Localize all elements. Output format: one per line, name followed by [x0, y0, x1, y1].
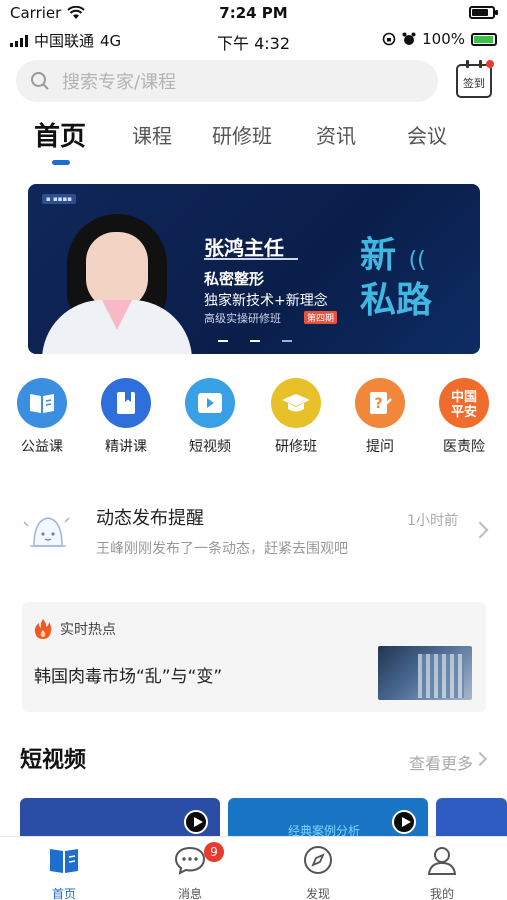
tab-workshop[interactable]: 研修班 [212, 120, 272, 149]
rotation-lock-icon [382, 32, 396, 46]
checkin-button[interactable]: 签到 [456, 60, 494, 98]
video-thumbnail[interactable]: 经典案例分析 [228, 798, 428, 838]
nav-label: 我的 [429, 887, 454, 900]
carousel-dot[interactable] [218, 340, 228, 342]
quick-liability-insurance[interactable]: 中国 平安 医责险 [430, 378, 498, 456]
book-icon [50, 849, 78, 873]
hot-topic-header: 实时热点 [34, 618, 116, 640]
quick-label: 公益课 [21, 439, 63, 455]
nav-home[interactable]: 首页 [24, 843, 104, 900]
quick-short-video[interactable]: 短视频 [176, 378, 244, 456]
banner-session-badge: 第四期 [304, 311, 338, 324]
quick-public-course[interactable]: 公益课 [8, 378, 76, 456]
nav-label: 发现 [305, 887, 330, 900]
play-icon [185, 378, 235, 428]
nav-label: 消息 [177, 887, 202, 900]
carousel-dot[interactable] [250, 340, 260, 342]
quick-workshop[interactable]: 研修班 [262, 378, 330, 456]
activity-notice[interactable]: 动态发布提醒 1小时前 王峰刚刚发布了一条动态，赶紧去围观吧 [20, 494, 490, 574]
play-icon [392, 810, 416, 834]
tab-courses[interactable]: 课程 [132, 120, 172, 149]
quick-entry-row: 公益课 精讲课 短视频 研修班 ? 提问 中国 平安 医责险 [0, 378, 507, 458]
bottom-nav: 首页 消息 发现 我的 [0, 836, 507, 900]
video-thumbnail[interactable] [436, 798, 507, 838]
quick-ask[interactable]: ? 提问 [346, 378, 414, 456]
message-count-badge: 9 [204, 842, 224, 862]
ping-an-logo-icon: 中国 平安 [439, 378, 489, 428]
user-icon [427, 847, 457, 875]
os-right: 100% [382, 30, 497, 48]
tab-conference[interactable]: 会议 [407, 120, 447, 149]
carousel-dot[interactable] [282, 340, 292, 342]
fire-icon [34, 619, 52, 639]
quick-label: 精讲课 [105, 439, 147, 455]
quick-featured-course[interactable]: 精讲课 [92, 378, 160, 456]
see-more-link[interactable]: 查看更多 [409, 750, 473, 774]
book-icon [17, 378, 67, 428]
question-doc-icon: ? [355, 378, 405, 428]
charging-battery-icon [471, 32, 497, 46]
promo-banner[interactable]: ▪ ▪▪▪▪ 张鸿主任 私密整形 独家新技术+新理念 高级实操研修班 第四期 新… [28, 184, 480, 354]
chat-bubble-icon [174, 846, 206, 875]
svg-text:?: ? [374, 396, 382, 412]
quick-label: 短视频 [189, 439, 231, 455]
chevron-right-icon [471, 521, 489, 539]
graduation-cap-icon [271, 378, 321, 428]
quick-label: 提问 [366, 439, 394, 455]
notice-description: 王峰刚刚发布了一条动态，赶紧去围观吧 [96, 541, 348, 557]
search-icon [31, 72, 49, 90]
simulator-status-bar: Carrier 7:24 PM [0, 0, 507, 26]
svg-text:中国: 中国 [451, 389, 477, 405]
bookmark-book-icon [101, 378, 151, 428]
notification-dot [486, 60, 494, 68]
hot-topic-title: 韩国肉毒市场“乱”与“变” [34, 667, 223, 687]
hot-topic-label: 实时热点 [60, 622, 116, 638]
quick-label: 研修班 [275, 439, 317, 455]
battery-percent: 100% [422, 30, 465, 48]
banner-title: 张鸿主任 [204, 236, 284, 260]
sim-time: 7:24 PM [219, 4, 288, 22]
active-tab-indicator [52, 160, 70, 165]
banner-logo: ▪ ▪▪▪▪ [42, 194, 76, 204]
notice-time: 1小时前 [407, 513, 458, 529]
play-icon [184, 810, 208, 834]
banner-tagline: 独家新技术+新理念 [204, 293, 328, 309]
banner-title-underline [204, 258, 298, 260]
battery-icon [469, 6, 498, 19]
quick-label: 医责险 [443, 439, 485, 455]
svg-text:平安: 平安 [451, 404, 477, 420]
carousel-dots [218, 340, 292, 342]
video-thumbnail[interactable] [20, 798, 220, 838]
tab-home[interactable]: 首页 [34, 116, 86, 153]
short-video-section-title: 短视频 [20, 748, 87, 773]
hot-topic-card[interactable]: 实时热点 韩国肉毒市场“乱”与“变” [22, 602, 486, 712]
bell-mascot-icon [23, 517, 70, 547]
banner-subtitle: 私密整形 [204, 270, 265, 288]
banner-slogan-line2: 私路 [360, 280, 433, 321]
notice-title: 动态发布提醒 [96, 508, 204, 529]
tab-news[interactable]: 资讯 [316, 120, 356, 149]
hot-topic-thumbnail [378, 646, 472, 700]
nav-discover[interactable]: 发现 [278, 843, 358, 900]
banner-course: 高级实操研修班 [204, 312, 281, 325]
checkin-label: 签到 [463, 77, 485, 90]
compass-icon [304, 846, 332, 874]
banner-slogan: 新 (( 私路 [360, 235, 433, 321]
nav-profile[interactable]: 我的 [402, 843, 482, 900]
alarm-icon [402, 32, 416, 45]
search-placeholder: 搜索专家/课程 [62, 72, 177, 93]
top-tabs: 首页 课程 研修班 资讯 会议 [0, 120, 507, 170]
search-bar[interactable]: 搜索专家/课程 [16, 60, 438, 102]
nav-label: 首页 [51, 887, 76, 900]
chevron-right-icon [472, 751, 488, 767]
doctor-portrait [42, 214, 192, 354]
device-status-bar: 中国联通 4G 下午 4:32 100% [0, 26, 507, 53]
banner-slogan-line1: 新 [360, 235, 397, 276]
